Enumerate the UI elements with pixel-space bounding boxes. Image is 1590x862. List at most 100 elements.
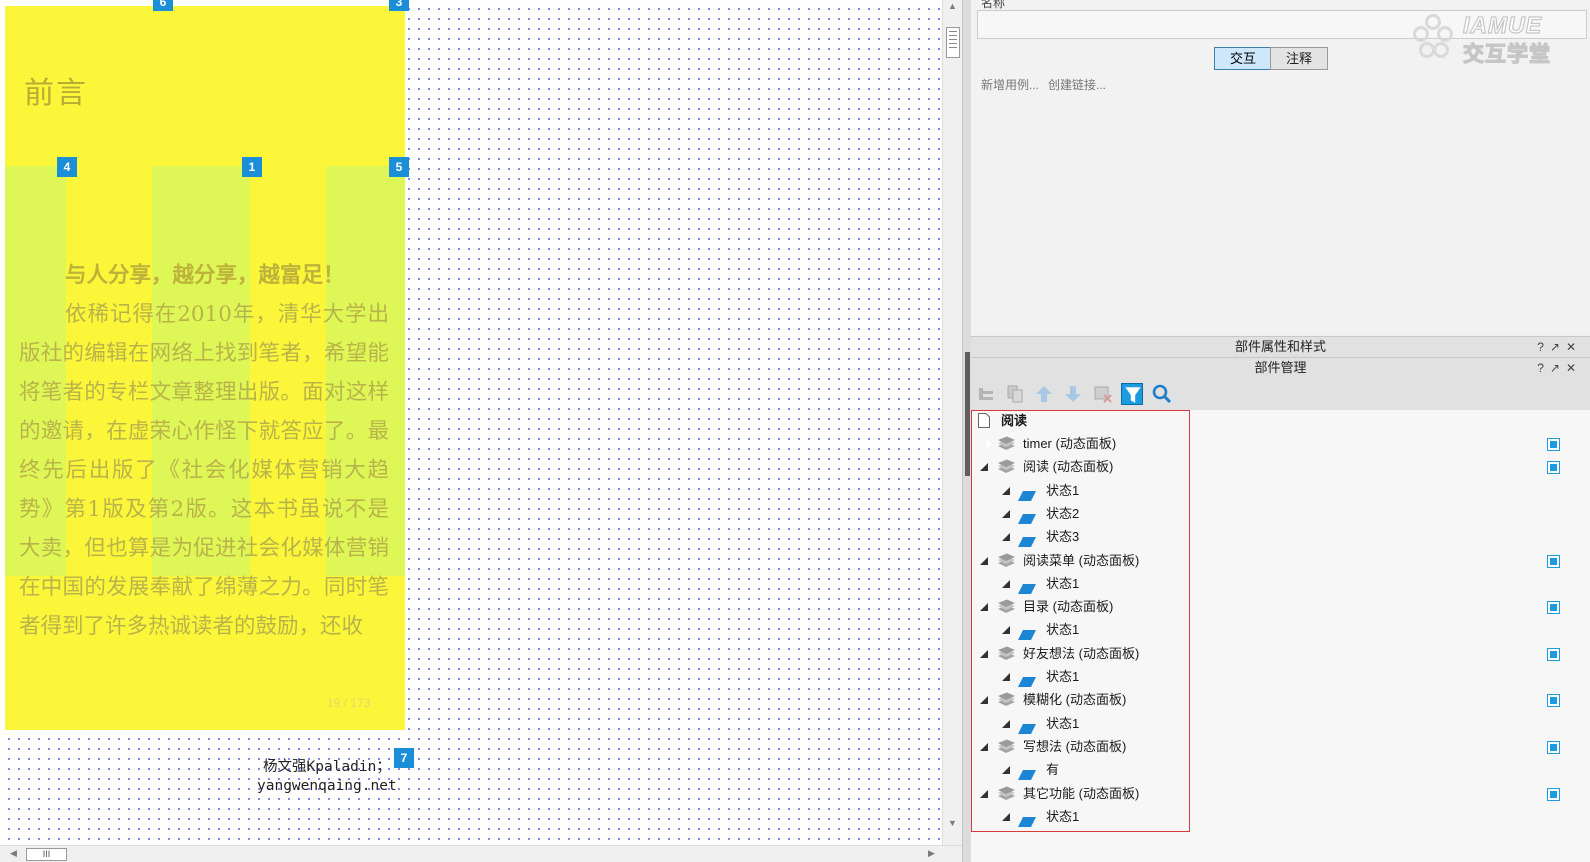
tree-item-panel[interactable]: 好友想法 (动态面板) — [971, 643, 1590, 665]
footnote-marker-7[interactable]: 7 — [394, 748, 414, 768]
footnote-marker-6[interactable]: 6 — [153, 0, 173, 11]
state-icon — [1018, 812, 1036, 834]
visibility-checkbox[interactable] — [1547, 740, 1560, 754]
interaction-actions: 新增用例... 创建链接... — [981, 76, 1115, 93]
collapse-arrow-icon[interactable] — [1002, 509, 1010, 518]
collapse-arrow-icon[interactable] — [1002, 486, 1010, 495]
scroll-right-arrow-icon[interactable]: ▶ — [928, 848, 935, 859]
add-case-link[interactable]: 新增用例... — [981, 78, 1039, 92]
collapse-arrow-icon[interactable] — [980, 556, 988, 565]
popout-icon[interactable]: ↗ — [1550, 340, 1566, 354]
collapse-arrow-icon[interactable] — [1002, 533, 1010, 542]
collapse-arrow-icon[interactable] — [1002, 626, 1010, 635]
collapse-arrow-icon[interactable] — [980, 649, 988, 658]
tree-item-state[interactable]: 状态3 — [971, 526, 1590, 548]
tree-item-panel[interactable]: 其它功能 (动态面板) — [971, 783, 1590, 805]
collapse-arrow-icon[interactable] — [1002, 812, 1010, 821]
tree-item-state[interactable]: 状态1 — [971, 806, 1590, 828]
splitter-handle[interactable] — [965, 352, 970, 476]
collapse-arrow-icon[interactable] — [1002, 673, 1010, 681]
tree-item-panel[interactable]: 阅读 (动态面板) — [971, 456, 1590, 478]
tree-item-state[interactable]: 有 — [971, 759, 1590, 781]
horizontal-scroll-thumb[interactable]: III — [26, 848, 67, 861]
tree-item-panel[interactable]: 写想法 (动态面板) — [971, 736, 1590, 758]
tree-item-panel[interactable]: 阅读菜单 (动态面板) — [971, 550, 1590, 572]
tree-item-panel[interactable]: 模糊化 (动态面板) — [971, 689, 1590, 711]
tree-item-state[interactable]: 状态2 — [971, 503, 1590, 525]
logo-ring — [1433, 42, 1449, 58]
author-name: 杨文强Kpaladin； — [263, 759, 391, 775]
tree-item-label: 状态1 — [1046, 575, 1080, 591]
visibility-checkbox[interactable] — [1547, 601, 1560, 615]
tree-item-state[interactable]: 状态1 — [971, 480, 1590, 502]
visibility-checkbox[interactable] — [1547, 438, 1560, 451]
vertical-scroll-thumb[interactable] — [946, 27, 960, 58]
footnote-marker-5[interactable]: 5 — [389, 157, 409, 177]
tree-root-label: 阅读 — [1001, 413, 1028, 428]
tree-item-panel[interactable]: 目录 (动态面板) — [971, 596, 1590, 618]
visibility-checkbox[interactable] — [1547, 647, 1560, 661]
widget-manager-header[interactable]: 部件管理 ?↗✕ — [971, 357, 1590, 378]
move-down-icon[interactable] — [1062, 383, 1084, 405]
author-site: yangwenqaing.net — [257, 778, 397, 794]
page-icon — [978, 413, 990, 435]
tree-item-panel[interactable]: timer (动态面板) — [971, 433, 1590, 455]
canvas-horizontal-scrollbar[interactable]: ◀ III ▶ — [0, 845, 962, 862]
visibility-checkbox[interactable] — [1547, 554, 1560, 568]
collapse-arrow-icon[interactable] — [980, 789, 988, 798]
popout-icon[interactable]: ↗ — [1550, 361, 1566, 375]
scroll-up-arrow-icon[interactable]: ▲ — [948, 1, 957, 11]
tab-notes[interactable]: 注释 — [1270, 47, 1328, 70]
add-folder-icon[interactable] — [975, 383, 997, 405]
author-credit: 杨文强Kpaladin； yangwenqaing.net — [257, 758, 397, 796]
close-icon[interactable]: ✕ — [1566, 340, 1582, 354]
tree-item-label: 状态1 — [1046, 715, 1080, 731]
tree-item-label: 其它功能 (动态面板) — [1023, 785, 1140, 801]
logo-text-cn: 交互学堂 — [1462, 42, 1551, 66]
design-canvas[interactable]: 前言 与人分享，越分享，越富足！ 依稀记得在2010年，清华大学出版社的编辑在网… — [0, 0, 950, 845]
collapse-arrow-icon[interactable] — [1002, 766, 1010, 775]
tab-interactions[interactable]: 交互 — [1214, 47, 1272, 70]
expand-arrow-icon[interactable] — [985, 438, 992, 450]
close-icon[interactable]: ✕ — [1566, 361, 1582, 375]
filter-icon[interactable] — [1121, 383, 1143, 405]
tree-root-page[interactable]: 阅读 — [971, 410, 1590, 432]
create-link-link[interactable]: 创建链接... — [1048, 78, 1106, 92]
tree-item-label: 模糊化 (动态面板) — [1023, 692, 1127, 708]
footnote-marker-4[interactable]: 4 — [57, 157, 77, 177]
tree-item-state[interactable]: 状态1 — [971, 619, 1590, 641]
pane-splitter[interactable] — [962, 0, 971, 862]
scroll-down-arrow-icon[interactable]: ▼ — [948, 818, 957, 828]
visibility-checkbox[interactable] — [1547, 461, 1560, 475]
help-icon[interactable]: ? — [1537, 361, 1550, 375]
search-icon[interactable] — [1151, 383, 1173, 405]
collapse-arrow-icon[interactable] — [1002, 579, 1010, 588]
help-icon[interactable]: ? — [1537, 340, 1550, 354]
visibility-checkbox[interactable] — [1547, 694, 1560, 708]
tree-item-label: 阅读菜单 (动态面板) — [1023, 552, 1140, 568]
collapse-arrow-icon[interactable] — [980, 463, 988, 472]
tree-item-state[interactable]: 状态1 — [971, 666, 1590, 688]
footnote-marker-3[interactable]: 3 — [389, 0, 409, 11]
reading-dynamic-panel[interactable]: 前言 与人分享，越分享，越富足！ 依稀记得在2010年，清华大学出版社的编辑在网… — [5, 6, 405, 730]
canvas-vertical-scrollbar[interactable]: ▲ ▼ — [942, 0, 962, 845]
tree-item-state[interactable]: 状态1 — [971, 713, 1590, 735]
tree-item-label: 状态1 — [1046, 669, 1080, 684]
interactions-panel: 名称 交互 注释 新增用例... 创建链接... IAMUE 交互学堂 — [971, 0, 1590, 333]
collapse-arrow-icon[interactable] — [980, 742, 988, 751]
logo-ring — [1413, 26, 1429, 42]
preface-lead: 与人分享，越分享，越富足！ — [65, 263, 345, 288]
delete-icon[interactable] — [1092, 383, 1114, 405]
tree-item-label: 写想法 (动态面板) — [1023, 738, 1127, 754]
collapse-arrow-icon[interactable] — [980, 696, 988, 705]
scroll-left-arrow-icon[interactable]: ◀ — [10, 848, 17, 859]
axure-workspace: 前言 与人分享，越分享，越富足！ 依稀记得在2010年，清华大学出版社的编辑在网… — [0, 0, 1590, 862]
tree-item-state[interactable]: 状态1 — [971, 573, 1590, 595]
footnote-marker-1[interactable]: 1 — [242, 157, 262, 177]
collapse-arrow-icon[interactable] — [1002, 719, 1010, 728]
copy-icon[interactable] — [1004, 383, 1026, 405]
visibility-checkbox[interactable] — [1547, 787, 1560, 801]
widget-properties-header[interactable]: 部件属性和样式 ?↗✕ — [971, 336, 1590, 357]
move-up-icon[interactable] — [1033, 383, 1055, 405]
collapse-arrow-icon[interactable] — [980, 603, 988, 612]
